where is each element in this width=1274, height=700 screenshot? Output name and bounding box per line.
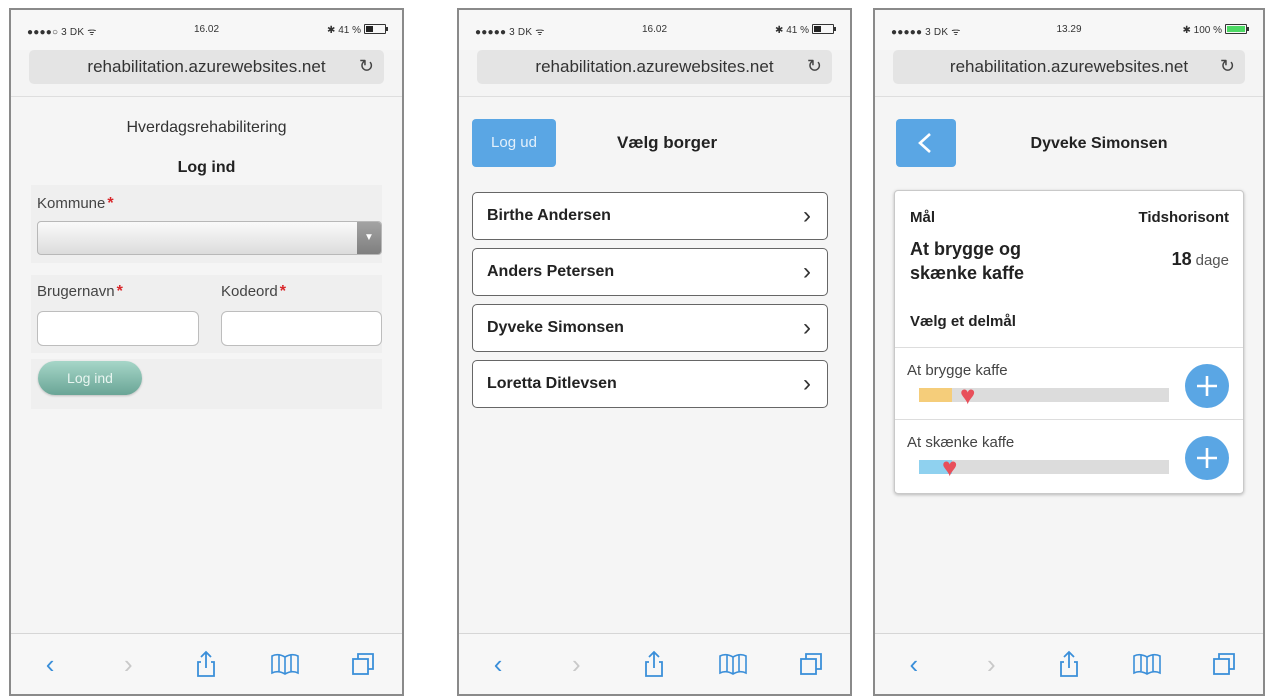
logout-button[interactable]: Log ud	[472, 119, 556, 167]
bookmarks-icon[interactable]	[265, 652, 305, 676]
kommune-label: Kommune	[37, 195, 106, 212]
battery-icon	[1225, 24, 1249, 34]
citizen-list-item[interactable]: Loretta Ditlevsen ›	[472, 360, 828, 408]
bookmarks-icon[interactable]	[713, 652, 753, 676]
url-text: rehabilitation.azurewebsites.net	[535, 57, 774, 76]
phone-choose-citizen-screen: ●●●●● 3 DK ᯤ 16.02 ✱ 41 % rehabilitation…	[457, 8, 852, 696]
days-value: 18	[1171, 249, 1192, 269]
app-name: Hverdagsrehabilitering	[126, 119, 287, 136]
citizen-name: Anders Petersen	[487, 263, 615, 280]
horizon-header: Tidshorisont	[1138, 209, 1229, 226]
status-bar: ●●●●● 3 DK ᯤ 16.02 ✱ 41 %	[459, 10, 850, 50]
address-bar[interactable]: rehabilitation.azurewebsites.net ↻	[477, 50, 832, 84]
required-mark: *	[116, 283, 123, 300]
goal-header: Mål	[910, 209, 936, 226]
chevron-right-icon: ›	[803, 258, 811, 285]
plus-icon	[1197, 448, 1217, 468]
tabs-icon[interactable]	[791, 651, 831, 677]
back-arrow-icon[interactable]: ‹	[478, 649, 518, 680]
add-subgoal-button[interactable]	[1185, 364, 1229, 408]
citizen-list-item[interactable]: Anders Petersen ›	[472, 248, 828, 296]
time-horizon: 18 dage	[1172, 249, 1229, 270]
add-subgoal-button[interactable]	[1185, 436, 1229, 480]
chevron-right-icon: ›	[803, 314, 811, 341]
share-icon[interactable]	[634, 650, 674, 678]
subgoal-progress-bar	[919, 388, 1169, 402]
subgoal-item[interactable]: At skænke kaffe ♥	[895, 419, 1243, 492]
goal-name: At brygge og skænke kaffe	[910, 239, 1025, 283]
required-mark: *	[279, 283, 286, 300]
chevron-right-icon: ›	[803, 370, 811, 397]
subgoal-prompt: Vælg et delmål	[910, 313, 1016, 330]
reload-icon[interactable]: ↻	[807, 56, 822, 77]
citizen-name: Birthe Andersen	[487, 207, 611, 224]
subgoal-name: At brygge kaffe	[907, 362, 1008, 379]
page-title: Log ind	[177, 159, 236, 176]
tabs-icon[interactable]	[1204, 651, 1244, 677]
battery-icon	[364, 24, 388, 34]
kommune-select[interactable]: ▼	[37, 221, 382, 255]
subgoal-item[interactable]: At brygge kaffe ♥	[895, 347, 1243, 420]
goal-card: Mål Tidshorisont At brygge og skænke kaf…	[894, 190, 1244, 494]
forward-arrow-icon[interactable]: ›	[108, 649, 148, 680]
username-field[interactable]	[37, 311, 199, 346]
kommune-field-group: Kommune * ▼	[31, 185, 382, 263]
page-content: Log ud Vælg borger Birthe Andersen › And…	[459, 97, 850, 634]
phone-login-screen: ●●●●○ 3 DK ᯤ 16.02 ✱ 41 % rehabilitation…	[9, 8, 404, 696]
citizen-list-item[interactable]: Dyveke Simonsen ›	[472, 304, 828, 352]
battery-status: ✱ 100 %	[1182, 24, 1249, 36]
reload-icon[interactable]: ↻	[359, 56, 374, 77]
battery-status: ✱ 41 %	[775, 24, 836, 36]
subgoal-name: At skænke kaffe	[907, 434, 1015, 451]
page-content: Hverdagsrehabilitering Log ind Kommune * …	[11, 97, 402, 634]
back-arrow-icon[interactable]: ‹	[894, 649, 934, 680]
url-text: rehabilitation.azurewebsites.net	[87, 57, 326, 76]
password-label: Kodeord	[221, 283, 278, 300]
battery-status: ✱ 41 %	[327, 24, 388, 36]
username-label: Brugernavn	[37, 283, 115, 300]
status-bar: ●●●●○ 3 DK ᯤ 16.02 ✱ 41 %	[11, 10, 402, 50]
days-unit: dage	[1195, 252, 1229, 269]
heart-icon[interactable]: ♥	[942, 454, 957, 480]
browser-toolbar: ‹ ›	[11, 633, 402, 694]
citizen-title: Dyveke Simonsen	[1030, 135, 1168, 152]
chevron-right-icon: ›	[803, 202, 811, 229]
credentials-field-group: Brugernavn * Kodeord *	[31, 275, 382, 353]
page-content: Dyveke Simonsen Mål Tidshorisont At bryg…	[875, 97, 1263, 634]
forward-arrow-icon[interactable]: ›	[556, 649, 596, 680]
status-bar: ●●●●● 3 DK ᯤ 13.29 ✱ 100 %	[875, 10, 1263, 50]
address-bar[interactable]: rehabilitation.azurewebsites.net ↻	[893, 50, 1245, 84]
back-arrow-icon[interactable]: ‹	[30, 649, 70, 680]
browser-toolbar: ‹ ›	[459, 633, 850, 694]
citizen-name: Loretta Ditlevsen	[487, 375, 617, 392]
share-icon[interactable]	[186, 650, 226, 678]
login-button[interactable]: Log ind	[38, 361, 142, 395]
battery-icon	[812, 24, 836, 34]
reload-icon[interactable]: ↻	[1220, 56, 1235, 77]
password-field[interactable]	[221, 311, 382, 346]
citizen-list-item[interactable]: Birthe Andersen ›	[472, 192, 828, 240]
progress-fill	[919, 388, 952, 402]
address-bar[interactable]: rehabilitation.azurewebsites.net ↻	[29, 50, 384, 84]
dropdown-arrow-icon[interactable]: ▼	[357, 222, 381, 254]
browser-toolbar: ‹ ›	[875, 633, 1263, 694]
citizen-name: Dyveke Simonsen	[487, 319, 624, 336]
tabs-icon[interactable]	[343, 651, 383, 677]
required-mark: *	[107, 195, 114, 212]
url-text: rehabilitation.azurewebsites.net	[949, 57, 1189, 76]
page-title: Vælg borger	[617, 133, 718, 152]
plus-icon	[1197, 376, 1217, 396]
share-icon[interactable]	[1049, 650, 1089, 678]
forward-arrow-icon[interactable]: ›	[971, 649, 1011, 680]
phone-goal-screen: ●●●●● 3 DK ᯤ 13.29 ✱ 100 % rehabilitatio…	[873, 8, 1265, 696]
bookmarks-icon[interactable]	[1127, 652, 1167, 676]
heart-icon[interactable]: ♥	[960, 382, 975, 408]
